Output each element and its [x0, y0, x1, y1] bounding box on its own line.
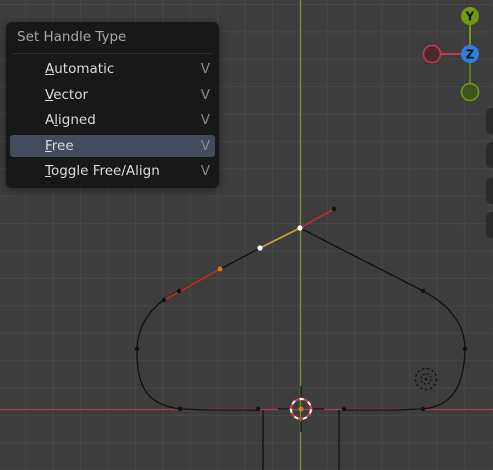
control-point[interactable] — [161, 297, 167, 303]
control-point[interactable] — [462, 346, 468, 352]
gizmo-y-label: Y — [465, 10, 475, 24]
menu-item-shortcut: V — [200, 163, 210, 179]
light-object-icon[interactable] — [414, 367, 438, 391]
handle-line-free-top[interactable] — [299, 208, 335, 229]
menu-title: Set Handle Type — [17, 29, 127, 45]
menu-item-automatic[interactable]: Automatic V — [10, 58, 215, 80]
menu-item-label: Automatic — [45, 61, 115, 77]
view-zoom-button[interactable] — [486, 108, 493, 134]
menu-item-label: Toggle Free/Align — [45, 163, 160, 179]
view-camera-button[interactable] — [486, 178, 493, 204]
control-point-active[interactable] — [217, 266, 223, 272]
menu-separator — [12, 53, 213, 54]
view-ortho-button[interactable] — [486, 212, 493, 238]
view-pan-button[interactable] — [486, 142, 493, 168]
control-point[interactable] — [176, 288, 182, 294]
menu-item-shortcut: V — [200, 137, 210, 154]
control-point-selected[interactable] — [297, 225, 303, 231]
menu-item-label: Aligned — [45, 112, 96, 128]
control-point[interactable] — [341, 406, 347, 412]
menu-item-shortcut: V — [200, 61, 210, 77]
control-point-selected[interactable] — [257, 245, 263, 251]
control-point[interactable] — [255, 406, 261, 412]
menu-item-vector[interactable]: Vector V — [10, 84, 215, 106]
navigation-gizmo[interactable]: Y Z — [422, 7, 480, 102]
gizmo-y-negative — [460, 82, 480, 102]
control-point[interactable] — [331, 206, 337, 212]
menu-item-shortcut: V — [200, 112, 210, 128]
control-point[interactable] — [420, 288, 426, 294]
gizmo-x-negative — [422, 44, 442, 64]
menu-item-toggle-free-align[interactable]: Toggle Free/Align V — [10, 160, 215, 182]
gizmo-z-label: Z — [466, 48, 475, 62]
3d-cursor[interactable] — [278, 386, 324, 432]
set-handle-type-menu: Set Handle Type Automatic V Vector V Ali… — [6, 22, 219, 188]
handle-line-aligned[interactable] — [259, 227, 301, 249]
control-point[interactable] — [134, 346, 140, 352]
control-point[interactable] — [177, 406, 183, 412]
menu-item-label: Vector — [45, 86, 89, 103]
control-point[interactable] — [420, 406, 426, 412]
handle-line-free-left[interactable] — [163, 268, 221, 301]
menu-item-label: Free — [45, 137, 74, 154]
menu-item-free[interactable]: Free V — [10, 134, 215, 157]
menu-item-aligned[interactable]: Aligned V — [10, 109, 215, 131]
menu-item-shortcut: V — [200, 86, 210, 103]
